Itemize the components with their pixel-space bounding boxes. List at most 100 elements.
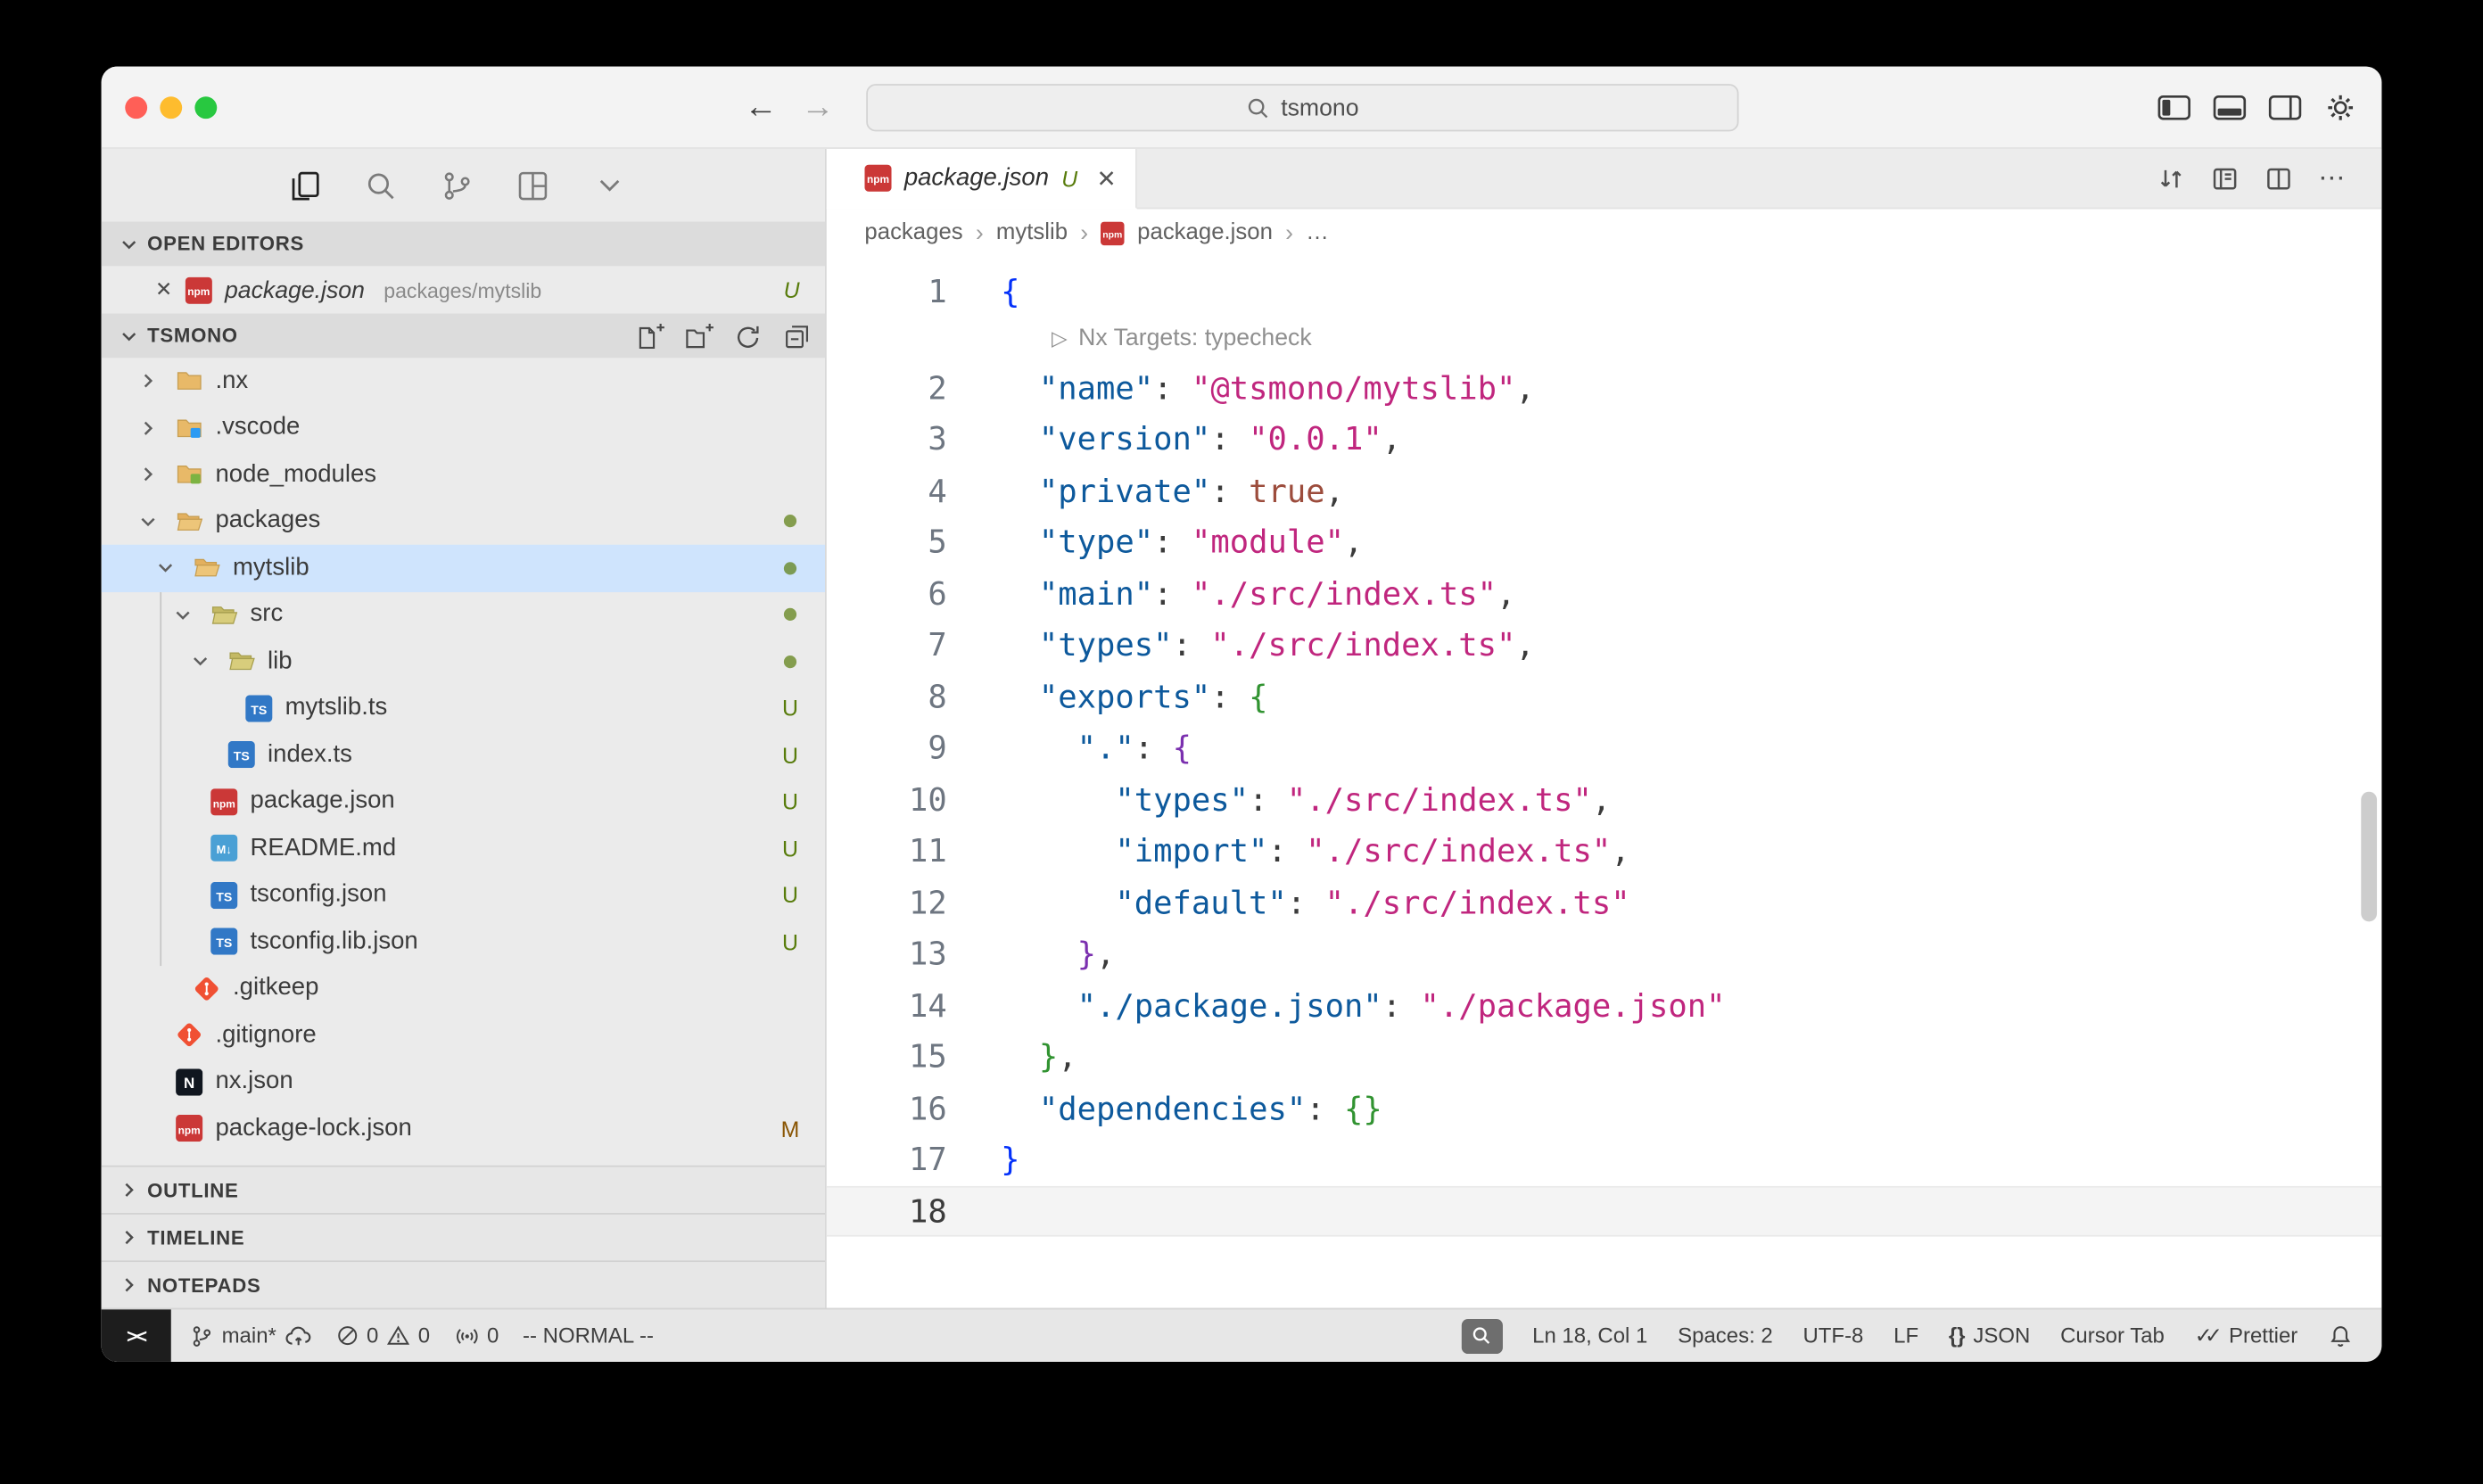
search-icon[interactable] xyxy=(363,167,400,203)
code-line-14[interactable]: 14 "./package.json": "./package.json" xyxy=(827,979,2382,1031)
tree-item-label: mytslib xyxy=(233,554,309,582)
git-branch-status[interactable]: main* xyxy=(190,1323,311,1348)
split-editor-icon[interactable] xyxy=(2263,163,2293,194)
maximize-window-button[interactable] xyxy=(194,95,217,118)
code-line-15[interactable]: 15 }, xyxy=(827,1031,2382,1083)
new-file-icon[interactable] xyxy=(633,320,665,352)
remote-indicator[interactable]: >< xyxy=(102,1309,171,1362)
code-line-11[interactable]: 11 "import": "./src/index.ts", xyxy=(827,825,2382,877)
tree-item-.vscode[interactable]: .vscode xyxy=(102,405,825,451)
close-icon[interactable]: ✕ xyxy=(155,277,172,302)
tree-item-package-lock.json[interactable]: npmpackage-lock.jsonM xyxy=(102,1105,825,1151)
code-line-2[interactable]: 2 "name": "@tsmono/mytslib", xyxy=(827,362,2382,414)
gear-icon[interactable] xyxy=(2323,91,2358,123)
code-line-1[interactable]: 1{ xyxy=(827,266,2382,317)
tree-item-.gitkeep[interactable]: .gitkeep xyxy=(102,965,825,1011)
code-line-content: "default": "./src/index.ts" xyxy=(947,877,1630,928)
file-icon xyxy=(192,975,220,1002)
cursor-position-status[interactable]: Ln 18, Col 1 xyxy=(1532,1323,1647,1348)
toggle-panel-icon[interactable] xyxy=(2212,91,2247,123)
problems-status[interactable]: 0 0 xyxy=(335,1323,431,1348)
ports-status[interactable]: 0 xyxy=(454,1323,499,1348)
code-line-8[interactable]: 8 "exports": { xyxy=(827,671,2382,722)
tree-item-.gitignore[interactable]: .gitignore xyxy=(102,1012,825,1059)
chevron-right-icon[interactable] xyxy=(135,416,160,441)
cursor-tab-status[interactable]: Cursor Tab xyxy=(2060,1323,2165,1348)
more-actions-icon[interactable]: ⋯ xyxy=(2317,163,2347,194)
board-icon[interactable] xyxy=(515,167,551,203)
code-line-17[interactable]: 17} xyxy=(827,1134,2382,1185)
eol-status[interactable]: LF xyxy=(1893,1323,1918,1348)
section-outline[interactable]: OUTLINE xyxy=(102,1166,825,1213)
toggle-left-sidebar-icon[interactable] xyxy=(2157,91,2191,123)
encoding-status[interactable]: UTF-8 xyxy=(1802,1323,1863,1348)
open-editor-item[interactable]: ✕ npm package.json packages/mytslib U xyxy=(102,266,825,313)
tree-item-mytslib[interactable]: mytslib xyxy=(102,545,825,591)
collapse-all-icon[interactable] xyxy=(780,320,813,352)
tree-item-readme.md[interactable]: M↓README.mdU xyxy=(102,825,825,871)
breadcrumb-package-json[interactable]: package.json xyxy=(1137,220,1273,245)
chevron-down-icon[interactable] xyxy=(135,509,160,533)
tree-item-package.json[interactable]: npmpackage.jsonU xyxy=(102,779,825,825)
main-area: OPEN EDITORS ✕ npm package.json packages… xyxy=(102,149,2382,1308)
close-window-button[interactable] xyxy=(125,95,147,118)
compare-changes-icon[interactable] xyxy=(2155,163,2185,194)
chevron-down-icon[interactable] xyxy=(169,603,194,627)
status-left: main* 0 0 0 -- NORMAL -- xyxy=(171,1323,654,1348)
chevron-right-icon[interactable] xyxy=(135,369,160,393)
open-editors-header[interactable]: OPEN EDITORS xyxy=(102,222,825,267)
breadcrumb-packages[interactable]: packages xyxy=(864,220,962,245)
tree-item-lib[interactable]: lib xyxy=(102,639,825,685)
code-area[interactable]: 1{▷Nx Targets: typecheck2 "name": "@tsmo… xyxy=(827,257,2382,1308)
tree-item-node-modules[interactable]: node_modules xyxy=(102,451,825,498)
codelens-nx-targets[interactable]: ▷Nx Targets: typecheck xyxy=(827,317,2382,362)
forward-icon[interactable]: → xyxy=(801,88,834,127)
chevron-down-icon[interactable] xyxy=(590,167,627,203)
close-icon[interactable]: ✕ xyxy=(1096,164,1116,193)
refresh-icon[interactable] xyxy=(731,320,763,352)
new-folder-icon[interactable] xyxy=(682,320,714,352)
language-status[interactable]: {} JSON xyxy=(1949,1323,2030,1348)
code-line-3[interactable]: 3 "version": "0.0.1", xyxy=(827,413,2382,465)
tab-package-json[interactable]: npm package.json U ✕ xyxy=(827,149,1137,209)
tree-item-index.ts[interactable]: TSindex.tsU xyxy=(102,731,825,778)
notifications-bell[interactable] xyxy=(2328,1323,2353,1348)
chevron-down-icon[interactable] xyxy=(187,649,212,673)
code-line-16[interactable]: 16 "dependencies": {} xyxy=(827,1083,2382,1134)
chevron-down-icon[interactable] xyxy=(152,556,177,581)
section-notepads[interactable]: NOTEPADS xyxy=(102,1260,825,1307)
tree-item-tsconfig.lib.json[interactable]: TStsconfig.lib.jsonU xyxy=(102,919,825,965)
files-icon[interactable] xyxy=(286,167,323,203)
code-line-6[interactable]: 6 "main": "./src/index.ts", xyxy=(827,568,2382,620)
tree-item-packages[interactable]: packages xyxy=(102,498,825,544)
breadcrumb-mytslib[interactable]: mytslib xyxy=(996,220,1068,245)
code-line-18[interactable]: 18 xyxy=(827,1185,2382,1237)
project-header[interactable]: TSMONO xyxy=(102,314,825,359)
code-line-10[interactable]: 10 "types": "./src/index.ts", xyxy=(827,773,2382,825)
back-icon[interactable]: ← xyxy=(744,88,777,127)
source-control-icon[interactable] xyxy=(439,167,475,203)
code-line-4[interactable]: 4 "private": true, xyxy=(827,465,2382,516)
chevron-right-icon[interactable] xyxy=(135,463,160,487)
tree-item-tsconfig.json[interactable]: TStsconfig.jsonU xyxy=(102,871,825,918)
tree-item-nx.json[interactable]: Nnx.json xyxy=(102,1059,825,1105)
tree-item-.nx[interactable]: .nx xyxy=(102,358,825,404)
breadcrumb-symbol[interactable]: … xyxy=(1306,220,1329,245)
formatter-status[interactable]: ✓✓ Prettier xyxy=(2195,1323,2298,1348)
zoom-indicator[interactable] xyxy=(1461,1318,1502,1353)
code-line-12[interactable]: 12 "default": "./src/index.ts" xyxy=(827,877,2382,928)
toggle-right-sidebar-icon[interactable] xyxy=(2268,91,2303,123)
code-line-13[interactable]: 13 }, xyxy=(827,928,2382,979)
indentation-status[interactable]: Spaces: 2 xyxy=(1678,1323,1773,1348)
tree-item-mytslib.ts[interactable]: TSmytslib.tsU xyxy=(102,685,825,731)
command-center-search[interactable]: tsmono xyxy=(866,84,1738,131)
open-preview-icon[interactable] xyxy=(2209,163,2240,194)
minimize-window-button[interactable] xyxy=(160,95,182,118)
section-timeline[interactable]: TIMELINE xyxy=(102,1213,825,1260)
code-line-9[interactable]: 9 ".": { xyxy=(827,722,2382,774)
scrollbar-thumb[interactable] xyxy=(2361,792,2377,922)
code-line-7[interactable]: 7 "types": "./src/index.ts", xyxy=(827,619,2382,671)
run-icon[interactable]: ▷ xyxy=(1052,314,1068,366)
code-line-5[interactable]: 5 "type": "module", xyxy=(827,516,2382,568)
tree-item-src[interactable]: src xyxy=(102,591,825,638)
